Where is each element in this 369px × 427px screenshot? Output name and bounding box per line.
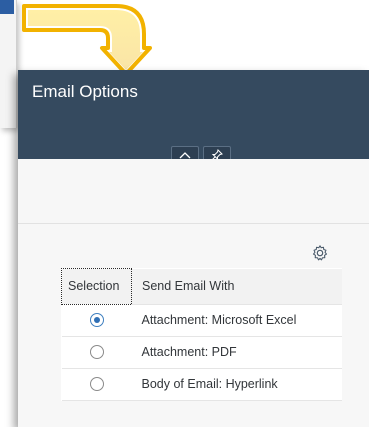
column-header-selection[interactable]: Selection — [61, 268, 132, 305]
yellow-arrow-icon — [22, 4, 152, 76]
table-row[interactable]: Body of Email: Hyperlink — [61, 368, 342, 401]
header-content-area — [18, 159, 369, 224]
selection-cell — [61, 368, 132, 401]
table-header-row: Selection Send Email With — [61, 268, 342, 305]
table-section: Selection Send Email With Attachment: Mi… — [18, 224, 369, 427]
table-row[interactable]: Attachment: Microsoft Excel — [61, 304, 342, 337]
column-header-send-email-with[interactable]: Send Email With — [131, 268, 342, 305]
option-label: Attachment: PDF — [131, 336, 342, 369]
radio-hyperlink[interactable] — [89, 377, 104, 392]
card-header: Email Options — [18, 70, 369, 164]
table-row[interactable]: Attachment: PDF — [61, 336, 342, 369]
gear-icon[interactable] — [311, 244, 329, 262]
background-card-header-fragment — [0, 0, 14, 14]
dialog-title: Email Options — [32, 82, 138, 101]
option-label: Attachment: Microsoft Excel — [131, 304, 342, 337]
background-card-fragment — [0, 0, 17, 128]
radio-pdf[interactable] — [89, 345, 104, 360]
option-label: Body of Email: Hyperlink — [131, 368, 342, 401]
selection-cell — [61, 304, 132, 337]
selection-cell — [61, 336, 132, 369]
email-options-table: Selection Send Email With Attachment: Mi… — [61, 268, 342, 401]
chevron-up-icon — [179, 152, 191, 159]
radio-excel[interactable] — [89, 313, 104, 328]
email-options-card: Email Options Selection Send Email With … — [18, 70, 369, 427]
